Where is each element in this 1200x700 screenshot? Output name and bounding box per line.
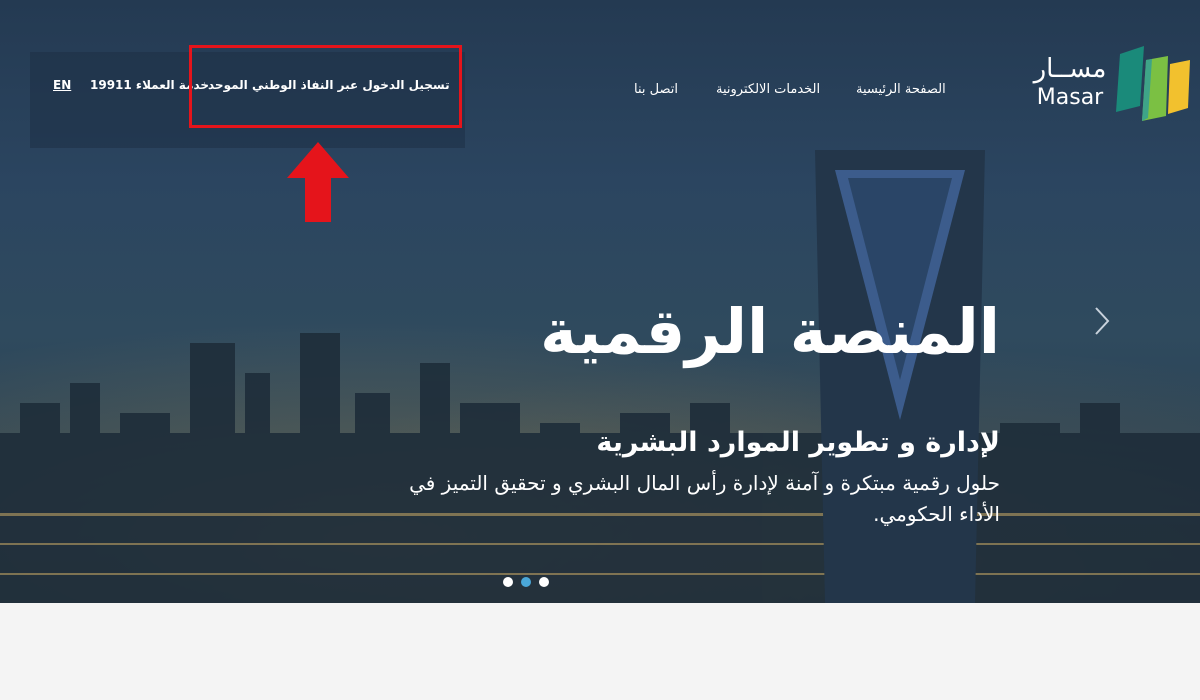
hero-banner: EN خدمة العملاء 19911 تسجيل الدخول عبر ا…	[0, 0, 1200, 603]
login-highlight-box	[189, 45, 462, 128]
slider-dot[interactable]	[539, 577, 549, 587]
hero-content: المنصة الرقمية لإدارة و تطوير الموارد ال…	[400, 295, 1000, 530]
language-switch-link[interactable]: EN	[53, 78, 71, 92]
logo-arabic-text: مســار	[1033, 54, 1107, 84]
hero-description: حلول رقمية مبتكرة و آمنة لإدارة رأس الما…	[409, 471, 1000, 527]
nav-home-link[interactable]: الصفحة الرئيسية	[856, 82, 946, 97]
nav-contact-link[interactable]: اتصل بنا	[634, 82, 678, 97]
logo-mark-icon	[1116, 46, 1190, 121]
slider-dot-active[interactable]	[521, 577, 531, 587]
hero-title: المنصة الرقمية	[540, 295, 1000, 368]
masar-logo[interactable]: مســار Masar	[1030, 46, 1190, 121]
logo-english-text: Masar	[1036, 85, 1104, 110]
page-content-area	[0, 603, 1200, 700]
nav-eservices-link[interactable]: الخدمات الالكترونية	[716, 82, 820, 97]
hero-subtitle: لإدارة و تطوير الموارد البشرية	[596, 427, 1000, 459]
chevron-right-icon[interactable]	[1092, 306, 1112, 336]
arrow-up-icon	[287, 142, 349, 222]
slider-dots	[503, 576, 551, 588]
slider-dot[interactable]	[503, 577, 513, 587]
